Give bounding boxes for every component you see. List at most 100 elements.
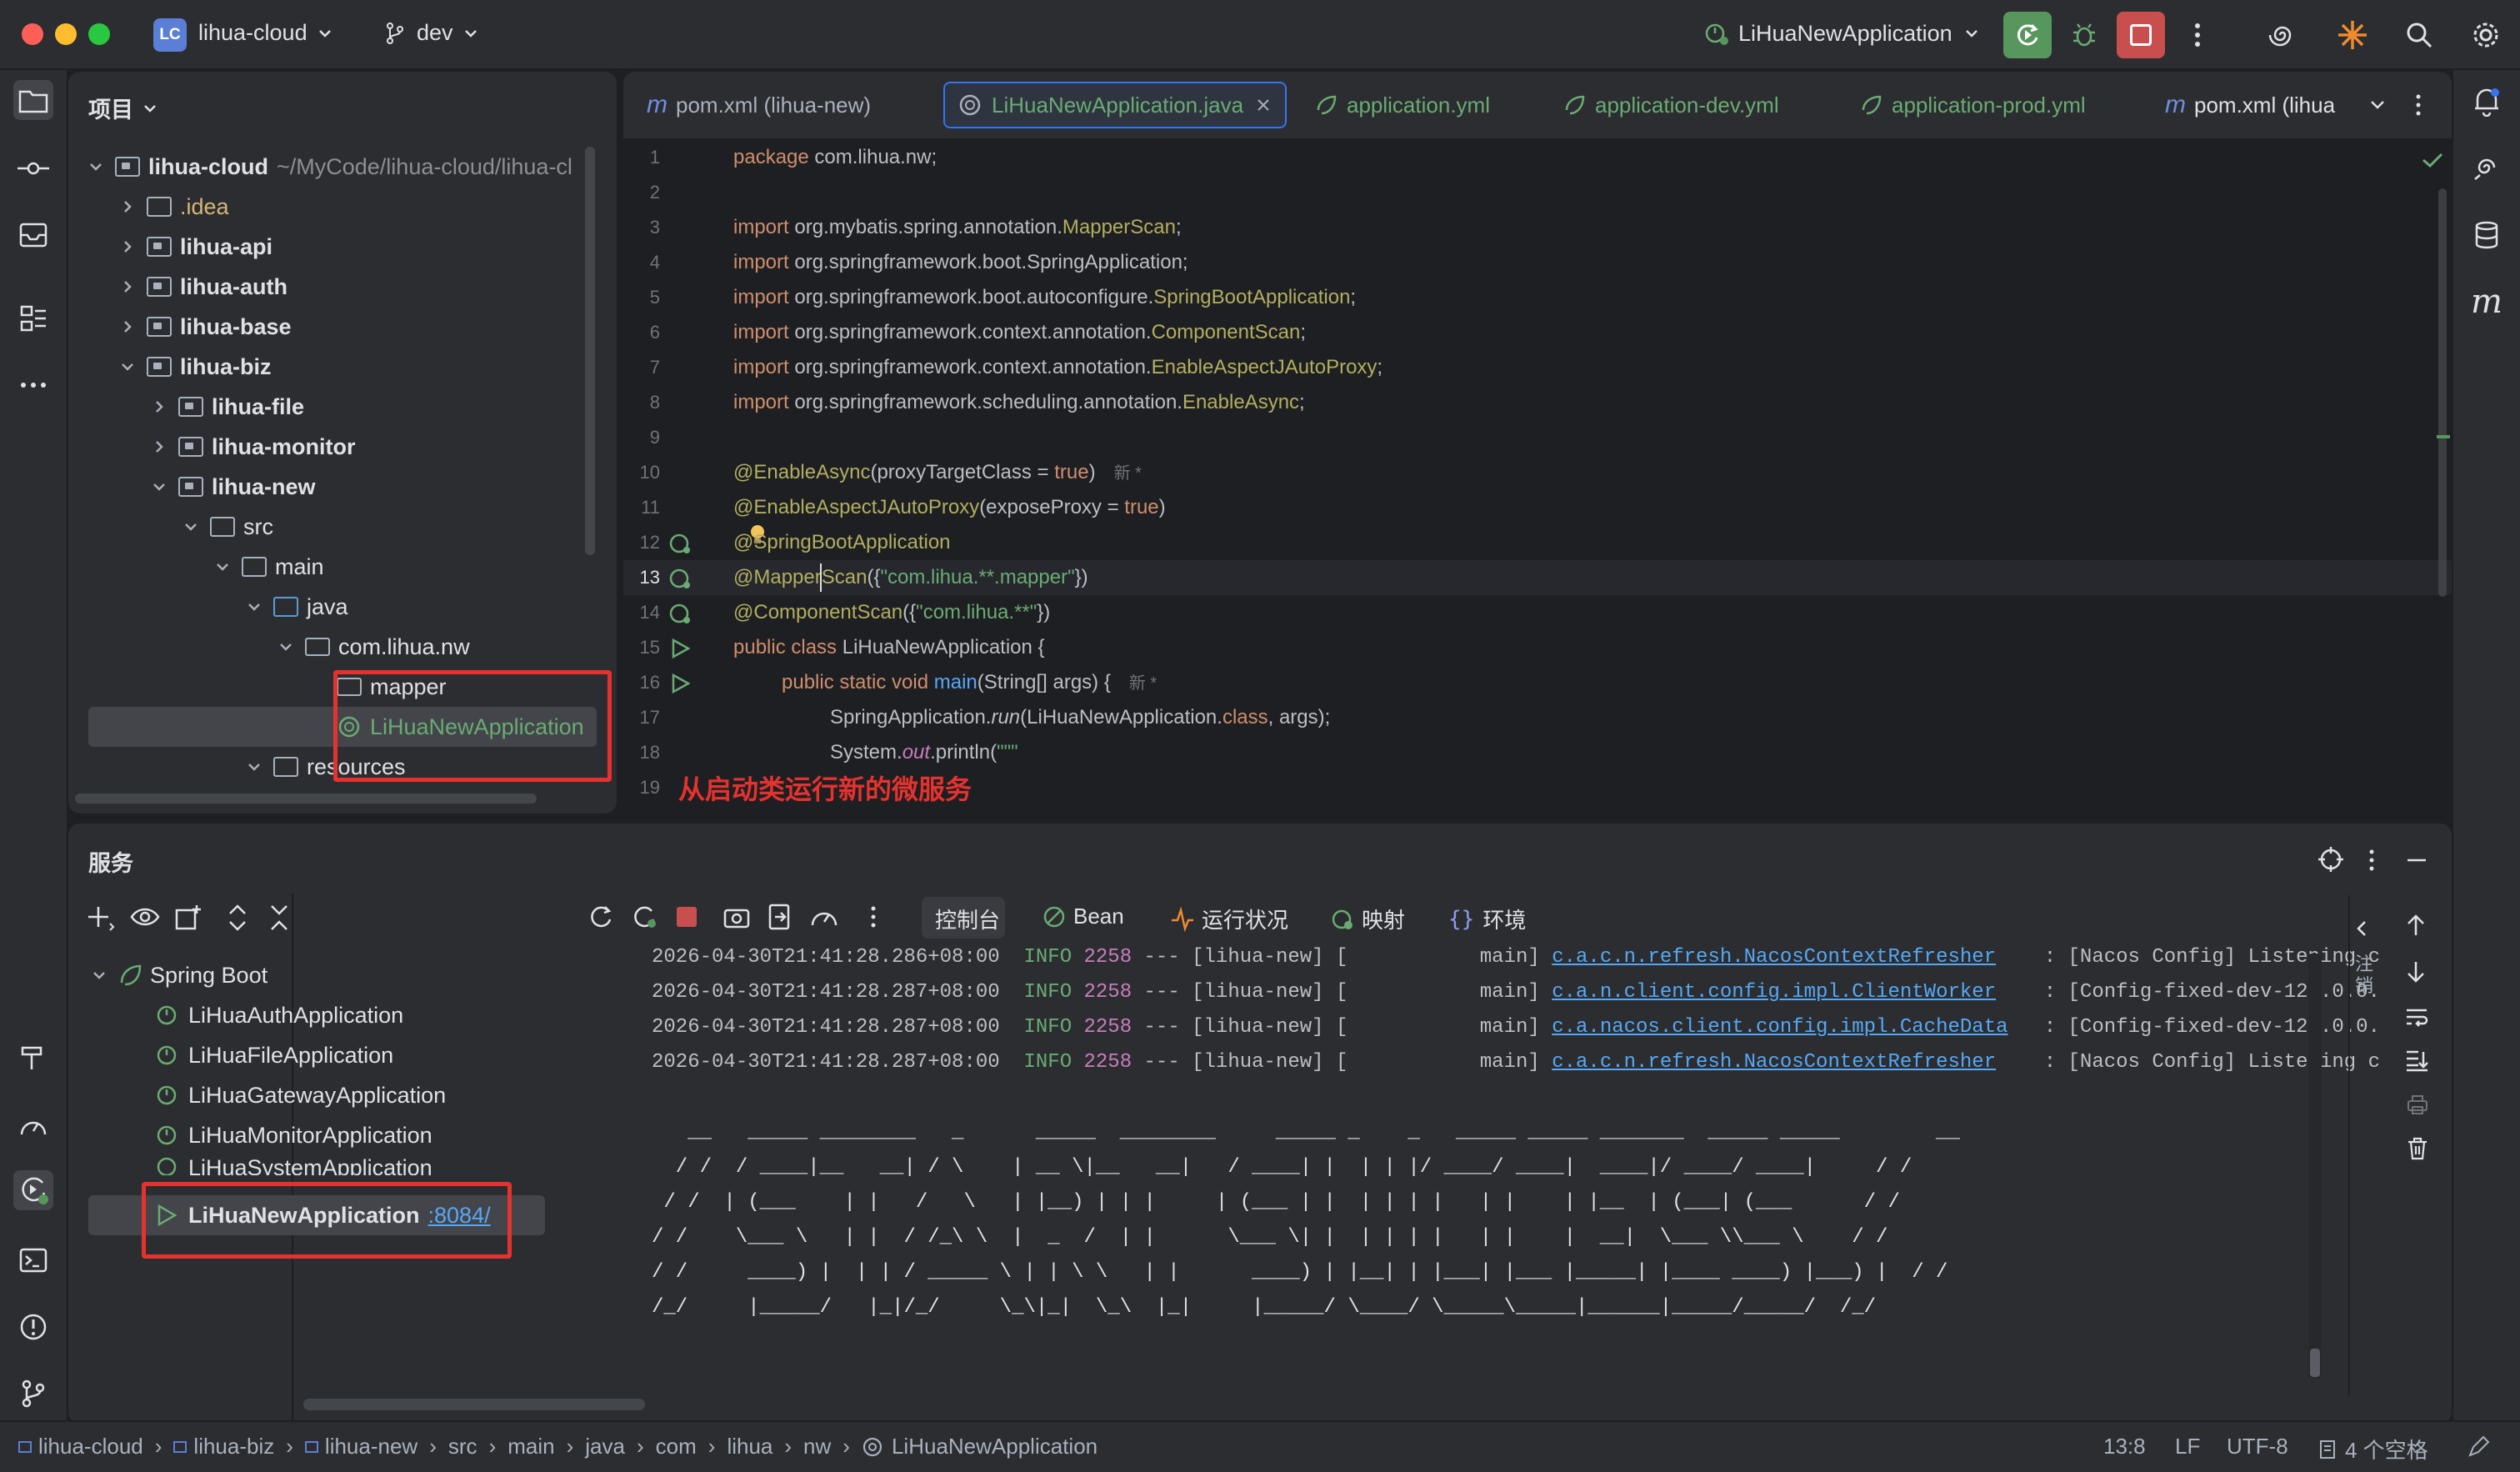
log-logger[interactable]: c.a.n.client.config.impl.ClientWorker — [1552, 981, 1996, 1004]
breadcrumb-item[interactable]: nw — [803, 1434, 831, 1459]
maximize-window-button[interactable] — [88, 23, 110, 45]
line-separator[interactable]: LF — [2175, 1434, 2200, 1459]
spring-bean-gutter-icon[interactable] — [668, 602, 692, 625]
inlay-hint[interactable]: 新 * — [1114, 464, 1142, 483]
breadcrumb-item[interactable]: src — [448, 1434, 478, 1459]
breadcrumb-item[interactable]: lihua-new — [304, 1434, 418, 1459]
add-service-button[interactable] — [87, 904, 115, 932]
code-area[interactable]: 1 2 3 4 5 6 7 8 9 10 11 12 13 14 15 16 1… — [623, 140, 2452, 812]
collapse-all-button[interactable] — [268, 904, 290, 932]
commit-tool-button[interactable] — [13, 148, 53, 188]
breadcrumb-item[interactable]: main — [508, 1434, 554, 1459]
pull-requests-tool-button[interactable] — [13, 215, 53, 255]
run-config-selector[interactable]: LiHuaNewApplication — [1703, 20, 1981, 47]
project-tool-button[interactable] — [13, 80, 53, 120]
editor-tab[interactable]: application-prod.yml — [1860, 72, 2086, 138]
tree-item[interactable]: lihua-file — [150, 387, 304, 427]
tree-item[interactable]: lihua-biz — [118, 347, 272, 387]
stop-service-button[interactable] — [677, 907, 697, 927]
plugin-button[interactable] — [2328, 12, 2377, 58]
editor-tab[interactable]: application.yml — [1315, 72, 1490, 138]
file-encoding[interactable]: UTF-8 — [2227, 1434, 2288, 1459]
console-more-button[interactable] — [870, 905, 877, 929]
profiler-button[interactable] — [810, 905, 838, 930]
breadcrumb-item[interactable]: lihua-cloud — [18, 1434, 143, 1459]
run-gutter-icon[interactable] — [670, 673, 690, 693]
minimize-window-button[interactable] — [55, 23, 77, 45]
git-tool-button[interactable] — [13, 1374, 53, 1414]
editor-tab[interactable]: m pom.xml (lihua — [2165, 72, 2365, 138]
caret-position[interactable]: 13:8 — [2103, 1434, 2146, 1459]
tree-vertical-scrollbar[interactable] — [585, 147, 595, 555]
ai-assistant-button[interactable] — [2258, 12, 2307, 58]
tree-item[interactable]: src — [182, 507, 273, 547]
more-tools-button[interactable] — [13, 365, 53, 405]
rerun-service-button[interactable] — [588, 904, 615, 930]
restart-service-button[interactable] — [632, 904, 658, 930]
close-icon[interactable] — [1255, 97, 1272, 113]
structure-tool-button[interactable] — [13, 298, 53, 338]
notifications-button[interactable] — [2467, 82, 2507, 122]
tab-environment[interactable]: {} 环境 — [1448, 904, 1526, 934]
spring-bean-gutter-icon[interactable] — [668, 532, 692, 555]
lock-button[interactable] — [2467, 1435, 2490, 1459]
tree-horizontal-scrollbar[interactable] — [75, 794, 537, 804]
log-logger[interactable]: c.a.c.n.refresh.NacosContextRefresher — [1552, 1051, 1996, 1074]
indent-setting[interactable]: 4 个空格 — [2318, 1434, 2428, 1464]
tree-item[interactable]: lihua-api — [118, 227, 272, 267]
tab-beans[interactable]: Bean — [1042, 904, 1124, 929]
problems-tool-button[interactable] — [13, 1307, 53, 1347]
build-tool-button[interactable] — [13, 1037, 53, 1077]
log-logger[interactable]: c.a.nacos.client.config.impl.CacheData — [1552, 1016, 2008, 1039]
scroll-up-button[interactable] — [2405, 914, 2427, 937]
project-selector[interactable]: lihua-cloud — [198, 20, 334, 46]
expand-all-button[interactable] — [227, 904, 248, 932]
show-service-button[interactable] — [130, 905, 160, 929]
side-label[interactable]: 注销 — [2352, 954, 2377, 997]
close-window-button[interactable] — [22, 23, 43, 45]
soft-wrap-button[interactable] — [2405, 1005, 2428, 1029]
tree-item[interactable]: lihua-monitor — [150, 427, 355, 467]
settings-button[interactable] — [2462, 12, 2510, 58]
console-horizontal-scrollbar[interactable] — [303, 1399, 645, 1410]
breadcrumb-item[interactable]: lihua — [727, 1434, 772, 1459]
more-actions-button[interactable] — [2173, 12, 2222, 58]
tab-health[interactable]: 运行状况 — [1170, 904, 1288, 934]
services-tool-button[interactable] — [13, 1170, 53, 1210]
tree-item[interactable]: main — [213, 547, 324, 587]
run-gutter-icon[interactable] — [670, 638, 690, 658]
locate-button[interactable] — [2318, 847, 2343, 872]
project-view-selector[interactable]: 项目 — [88, 92, 158, 124]
breadcrumb-item[interactable]: LiHuaNewApplication — [862, 1434, 1098, 1459]
tab-list-button[interactable] — [2368, 72, 2387, 138]
console-output[interactable]: 2026-04-30T21:41:28.286+08:00 INFO 2258 … — [293, 940, 2385, 1390]
database-button[interactable] — [2467, 215, 2507, 255]
tree-item[interactable]: com.lihua.nw — [277, 627, 470, 667]
tab-more-button[interactable] — [2415, 72, 2422, 138]
breadcrumb-item[interactable]: java — [585, 1434, 625, 1459]
inlay-hint[interactable]: 新 * — [1129, 674, 1157, 693]
profiler-tool-button[interactable] — [13, 1105, 53, 1145]
new-group-button[interactable] — [175, 904, 203, 932]
scroll-down-button[interactable] — [2405, 960, 2427, 984]
tree-item[interactable]: java — [245, 587, 348, 627]
minimize-panel-button[interactable] — [2405, 849, 2428, 872]
ai-chat-button[interactable] — [2467, 148, 2507, 188]
stop-button[interactable] — [2117, 12, 2165, 58]
tab-mappings[interactable]: 映射 — [1330, 904, 1405, 934]
rerun-button[interactable] — [2003, 12, 2052, 58]
services-more-button[interactable] — [2368, 849, 2375, 872]
tree-item[interactable]: lihua-auth — [118, 267, 288, 307]
editor-tab[interactable]: application-dev.yml — [1563, 72, 1779, 138]
console-scroll-thumb[interactable] — [2310, 1349, 2320, 1377]
tree-item[interactable]: lihua-base — [118, 307, 292, 347]
tree-item[interactable]: .idea — [118, 187, 229, 227]
maven-tool-button[interactable]: m — [2467, 282, 2507, 322]
editor-tab-active[interactable]: LiHuaNewApplication.java — [943, 82, 1288, 128]
tab-console[interactable]: 控制台 — [935, 904, 1000, 934]
search-button[interactable] — [2395, 12, 2443, 58]
print-button[interactable] — [2407, 1094, 2428, 1115]
debug-button[interactable] — [2060, 12, 2108, 58]
log-logger[interactable]: c.a.c.n.refresh.NacosContextRefresher — [1552, 946, 1996, 969]
clear-console-button[interactable] — [2407, 1137, 2428, 1160]
